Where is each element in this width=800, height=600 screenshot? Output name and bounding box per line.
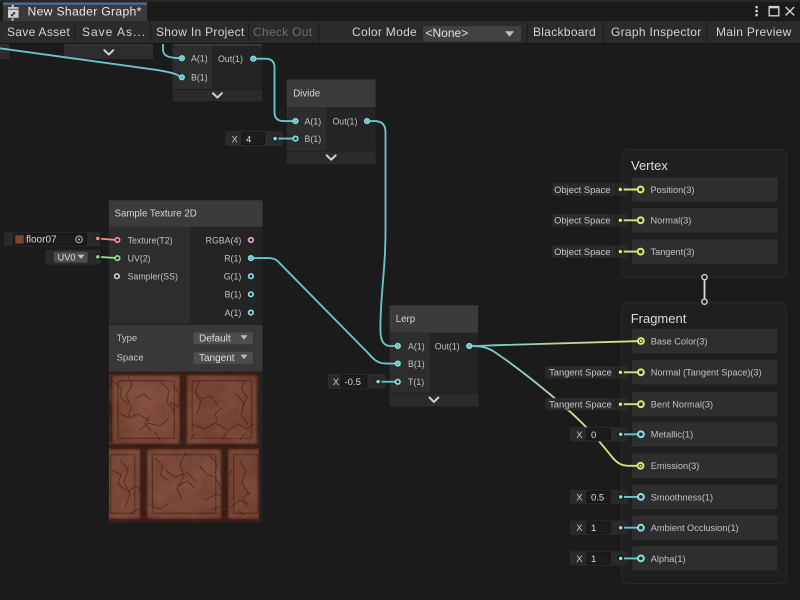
svg-text:B(1): B(1) <box>191 73 208 83</box>
svg-text:Sample Texture 2D: Sample Texture 2D <box>115 208 197 219</box>
svg-text:Space: Space <box>117 352 144 363</box>
svg-text:Ambient Occlusion(1): Ambient Occlusion(1) <box>651 523 739 533</box>
svg-text:Default: Default <box>199 333 231 344</box>
svg-text:Save As...: Save As... <box>82 25 146 39</box>
svg-text:A(1): A(1) <box>225 308 242 318</box>
svg-text:A(1): A(1) <box>408 341 425 351</box>
svg-text:UV0: UV0 <box>58 252 76 262</box>
svg-text:Vertex: Vertex <box>631 158 668 173</box>
svg-text:Color Mode: Color Mode <box>352 25 417 39</box>
svg-text:-0.5: -0.5 <box>345 377 361 388</box>
svg-text:T(1): T(1) <box>408 377 424 387</box>
svg-text:X: X <box>576 430 583 441</box>
svg-text:UV(2): UV(2) <box>128 254 151 264</box>
svg-text:Tangent Space: Tangent Space <box>549 399 612 410</box>
svg-text:Tangent(3): Tangent(3) <box>651 247 695 257</box>
svg-text:Graph Inspector: Graph Inspector <box>611 25 702 39</box>
svg-text:Out(1): Out(1) <box>332 117 357 127</box>
svg-text:Object Space: Object Space <box>554 184 610 195</box>
svg-text:Metallic(1): Metallic(1) <box>651 430 693 440</box>
svg-text:Normal (Tangent Space)(3): Normal (Tangent Space)(3) <box>651 368 762 378</box>
svg-text:Show In Project: Show In Project <box>156 25 245 39</box>
svg-text:Type: Type <box>117 333 138 344</box>
svg-text:Check Out: Check Out <box>253 25 313 39</box>
svg-text:Object Space: Object Space <box>554 215 610 226</box>
svg-text:Main Preview: Main Preview <box>716 25 792 39</box>
svg-text:X: X <box>576 523 583 534</box>
svg-text:R(1): R(1) <box>224 254 241 264</box>
svg-text:Lerp: Lerp <box>396 314 415 325</box>
svg-text:Smoothness(1): Smoothness(1) <box>651 492 713 502</box>
svg-text:Tangent: Tangent <box>199 353 235 364</box>
svg-text:Alpha(1): Alpha(1) <box>651 554 686 564</box>
svg-text:Normal(3): Normal(3) <box>651 216 692 226</box>
svg-text:X: X <box>576 554 583 565</box>
svg-text:floor07: floor07 <box>26 234 57 245</box>
svg-text:B(1): B(1) <box>408 359 425 369</box>
svg-text:Sampler(SS): Sampler(SS) <box>128 272 178 282</box>
svg-text:G(1): G(1) <box>224 272 242 282</box>
svg-text:Out(1): Out(1) <box>218 54 243 64</box>
svg-text:Out(1): Out(1) <box>435 341 460 351</box>
svg-text:X: X <box>576 492 583 503</box>
svg-text:Bent Normal(3): Bent Normal(3) <box>651 400 713 410</box>
svg-text:A(1): A(1) <box>191 54 208 64</box>
svg-text:Fragment: Fragment <box>631 311 687 326</box>
svg-text:<None>: <None> <box>426 26 469 40</box>
svg-text:0.5: 0.5 <box>591 492 604 503</box>
svg-text:4: 4 <box>246 134 251 145</box>
svg-text:X: X <box>232 134 239 145</box>
svg-text:A(1): A(1) <box>305 117 322 127</box>
svg-text:B(1): B(1) <box>225 290 242 300</box>
svg-text:RGBA(4): RGBA(4) <box>206 235 242 245</box>
svg-text:1: 1 <box>591 523 596 534</box>
svg-text:0: 0 <box>591 430 596 441</box>
svg-text:Object Space: Object Space <box>554 246 610 257</box>
svg-text:B(1): B(1) <box>305 134 322 144</box>
svg-text:X: X <box>333 377 340 388</box>
svg-text:Tangent Space: Tangent Space <box>549 367 612 378</box>
svg-text:New Shader Graph*: New Shader Graph* <box>28 5 142 19</box>
svg-text:Save Asset: Save Asset <box>7 25 70 39</box>
svg-text:Blackboard: Blackboard <box>533 25 596 39</box>
svg-text:1: 1 <box>591 554 596 565</box>
svg-text:Emission(3): Emission(3) <box>651 461 700 471</box>
svg-text:Position(3): Position(3) <box>651 185 695 195</box>
svg-text:Base Color(3): Base Color(3) <box>651 336 708 346</box>
svg-text:Texture(T2): Texture(T2) <box>128 235 173 245</box>
svg-text:Divide: Divide <box>293 89 320 100</box>
